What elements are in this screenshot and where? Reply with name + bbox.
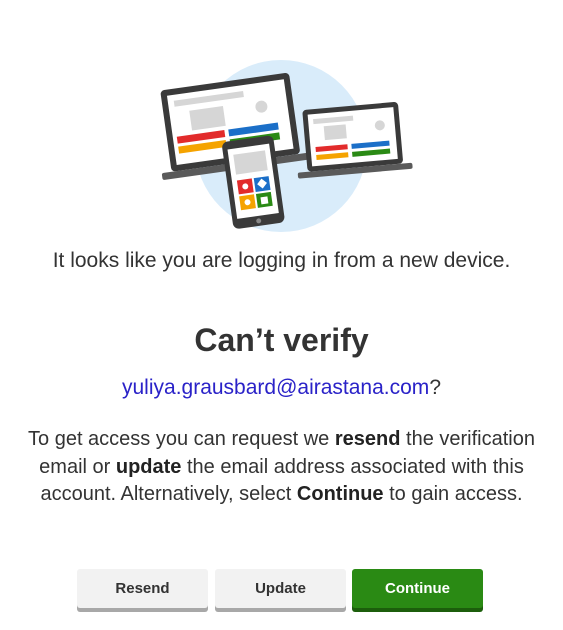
desc-bold-continue: Continue bbox=[296, 483, 384, 505]
devices-icon bbox=[160, 60, 413, 232]
page-title: Can’t verify bbox=[194, 322, 369, 358]
devices-illustration bbox=[145, 60, 420, 235]
email-address: yuliya.grausbard@airastana.com bbox=[122, 376, 430, 399]
new-device-message: It looks like you are logging in from a … bbox=[52, 249, 511, 272]
update-button[interactable]: Update bbox=[215, 569, 346, 608]
email-line: yuliya.grausbard@airastana.com? bbox=[0, 376, 563, 400]
action-buttons: Resend Update Continue bbox=[77, 569, 487, 612]
resend-button[interactable]: Resend bbox=[77, 569, 208, 608]
email-suffix: ? bbox=[429, 376, 441, 399]
desc-part-4: to gain access. bbox=[383, 483, 523, 505]
desc-bold-update: update bbox=[115, 455, 182, 478]
desc-bold-resend: resend bbox=[334, 428, 401, 450]
continue-button[interactable]: Continue bbox=[352, 569, 483, 608]
desc-part-1: To get access you can request we bbox=[28, 428, 335, 450]
instructions-text: To get access you can request we resend … bbox=[18, 426, 545, 509]
